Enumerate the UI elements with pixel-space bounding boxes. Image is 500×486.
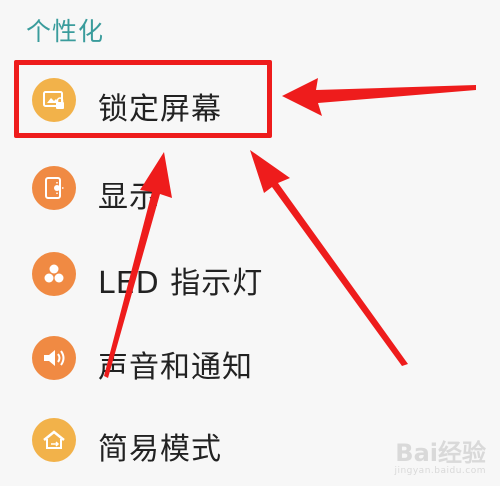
easy-mode-home-icon (32, 418, 76, 462)
settings-item-label: 声音和通知 (98, 350, 253, 385)
section-header-personalization: 个性化 (26, 17, 105, 46)
watermark-logo: Bai经验 (395, 439, 486, 467)
settings-item-label: 显示 (98, 180, 160, 215)
settings-item-label: LED 指示灯 (98, 266, 264, 301)
led-indicator-icon (32, 252, 76, 296)
settings-item-display[interactable]: 显示 (0, 146, 500, 230)
watermark: Bai经验 jingyan.baidu.com (394, 440, 486, 476)
watermark-url: jingyan.baidu.com (394, 466, 486, 476)
display-icon (32, 166, 76, 210)
settings-item-sound-notification[interactable]: 声音和通知 (0, 316, 500, 400)
settings-item-led-indicator[interactable]: LED 指示灯 (0, 232, 500, 316)
settings-item-label: 简易模式 (98, 432, 222, 467)
speaker-icon (32, 336, 76, 380)
highlight-box (14, 60, 272, 138)
